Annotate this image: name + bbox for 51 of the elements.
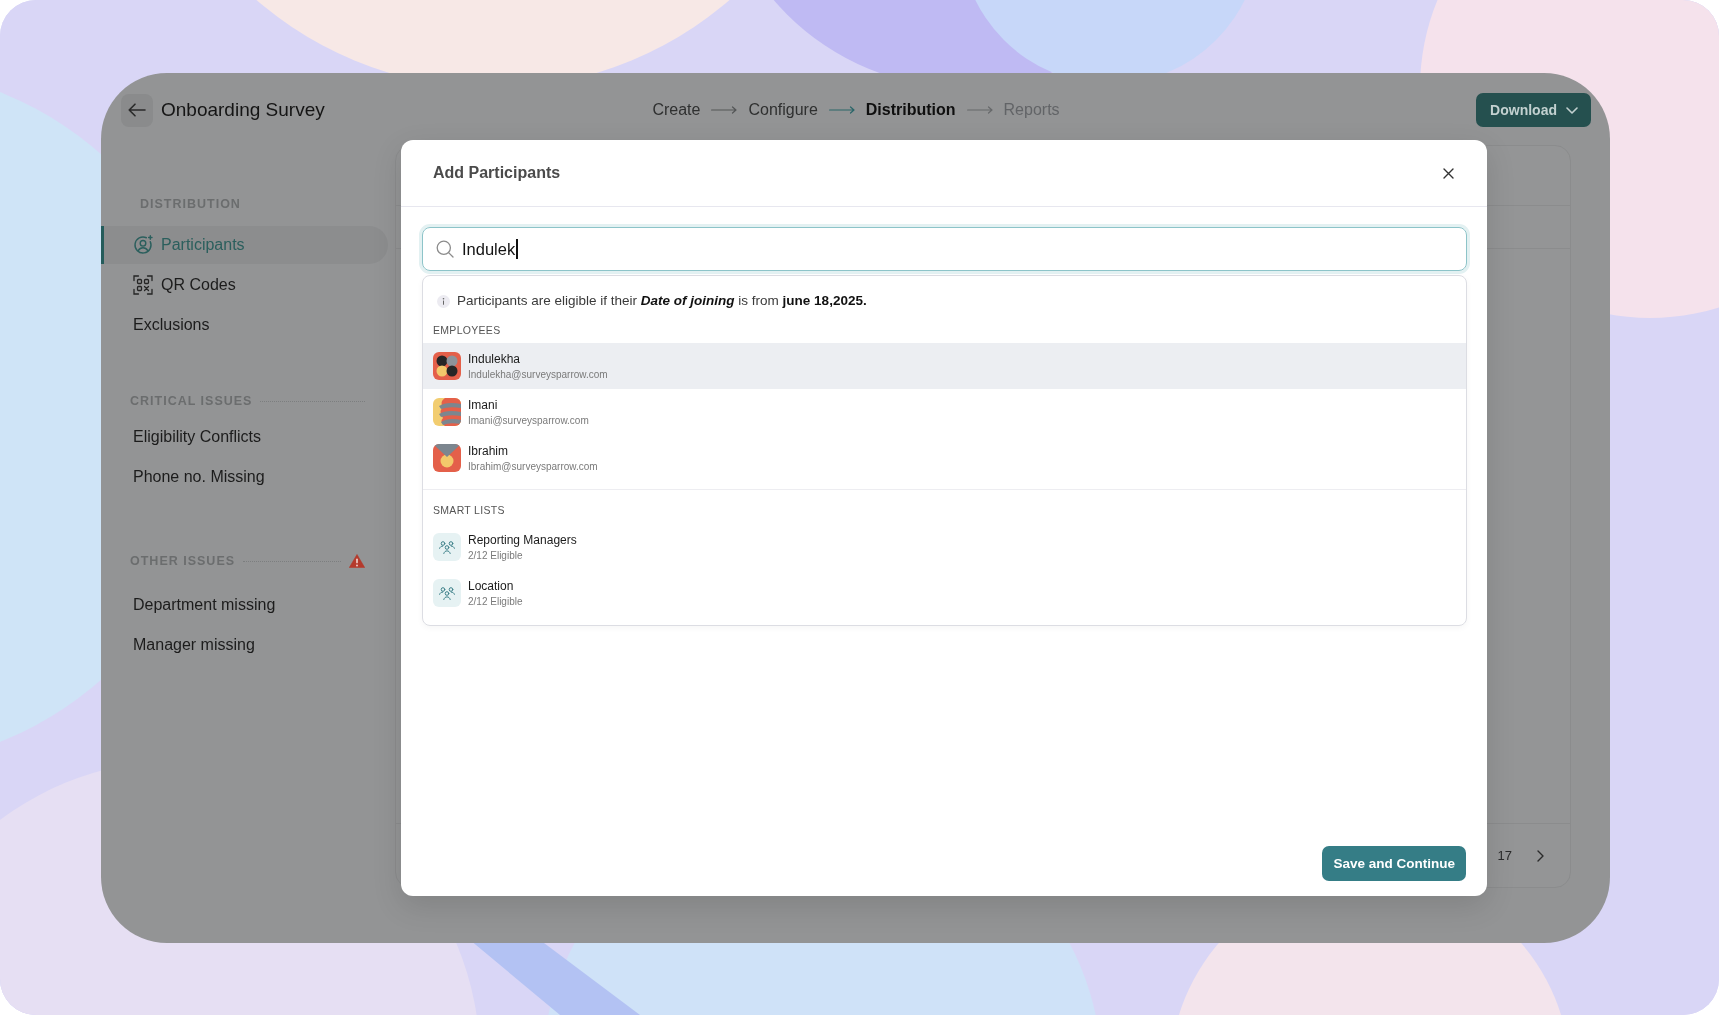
save-button[interactable]: Save and Continue bbox=[1322, 846, 1466, 881]
sidebar-item[interactable]: QR Codes bbox=[101, 266, 388, 304]
arrow-right-icon bbox=[828, 106, 855, 114]
employee-email: Imani@surveysparrow.com bbox=[468, 415, 589, 426]
arrow-right-icon bbox=[711, 106, 738, 114]
people-icon bbox=[433, 579, 461, 607]
smart-list-detail: 2/12 Eligible bbox=[468, 596, 523, 607]
info-icon bbox=[437, 294, 450, 308]
smart-list-name: Location bbox=[468, 579, 514, 593]
text-cursor-icon bbox=[516, 239, 518, 259]
employee-row[interactable]: Indulekha Indulekha@surveysparrow.com bbox=[423, 343, 1466, 389]
eligibility-note: Participants are eligible if their Date of joining is from june 18,2025. bbox=[457, 292, 867, 310]
group-heading: EMPLOYEES bbox=[432, 323, 502, 337]
close-icon[interactable] bbox=[1443, 167, 1454, 179]
group-heading: SMART LISTS bbox=[432, 503, 506, 517]
stripes-avatar-icon bbox=[433, 398, 461, 426]
smart-list-name: Reporting Managers bbox=[468, 533, 577, 547]
shapes-avatar-icon bbox=[433, 444, 461, 472]
employee-email: Indulekha@surveysparrow.com bbox=[468, 369, 608, 380]
search-field[interactable]: Indulek bbox=[422, 227, 1467, 271]
sidebar-item[interactable]: Manager missing bbox=[101, 626, 388, 664]
user-circle-icon bbox=[133, 235, 153, 255]
sidebar-item[interactable]: Department missing bbox=[101, 586, 388, 624]
wizard-step[interactable]: Distribution bbox=[865, 101, 956, 119]
employee-row[interactable]: Imani Imani@surveysparrow.com bbox=[423, 389, 1466, 435]
wizard-step[interactable]: Configure bbox=[748, 101, 818, 119]
sidebar-item[interactable]: Eligibility Conflicts bbox=[101, 418, 388, 456]
employee-row[interactable]: Ibrahim Ibrahim@surveysparrow.com bbox=[423, 435, 1466, 481]
dialog-title: Add Participants bbox=[433, 164, 561, 182]
sidebar-item[interactable]: Exclusions bbox=[101, 306, 388, 344]
sidebar-item[interactable]: Phone no. Missing bbox=[101, 458, 388, 496]
download-button[interactable]: Download bbox=[1476, 93, 1591, 127]
smart-list-row[interactable]: Reporting Managers 2/12 Eligible bbox=[423, 524, 1466, 570]
wizard-step[interactable]: Create bbox=[652, 101, 701, 119]
chevron-right-icon[interactable] bbox=[1537, 849, 1544, 862]
search-icon bbox=[436, 240, 454, 258]
smart-list-detail: 2/12 Eligible bbox=[468, 550, 523, 561]
employee-name: Indulekha bbox=[468, 352, 521, 366]
dots-avatar-icon bbox=[433, 352, 461, 380]
back-button[interactable] bbox=[121, 93, 153, 127]
survey-title: Onboarding Survey bbox=[161, 99, 325, 121]
employee-name: Imani bbox=[468, 398, 498, 412]
qr-code-icon bbox=[133, 275, 153, 295]
employee-email: Ibrahim@surveysparrow.com bbox=[468, 461, 598, 472]
chevron-down-icon bbox=[1566, 106, 1578, 114]
smart-list-row[interactable]: Location 2/12 Eligible bbox=[423, 570, 1466, 616]
arrow-right-icon bbox=[966, 106, 993, 114]
people-icon bbox=[433, 533, 461, 561]
employee-name: Ibrahim bbox=[468, 444, 508, 458]
page-number[interactable]: 17 bbox=[1497, 848, 1512, 863]
arrow-left-icon bbox=[128, 103, 146, 117]
